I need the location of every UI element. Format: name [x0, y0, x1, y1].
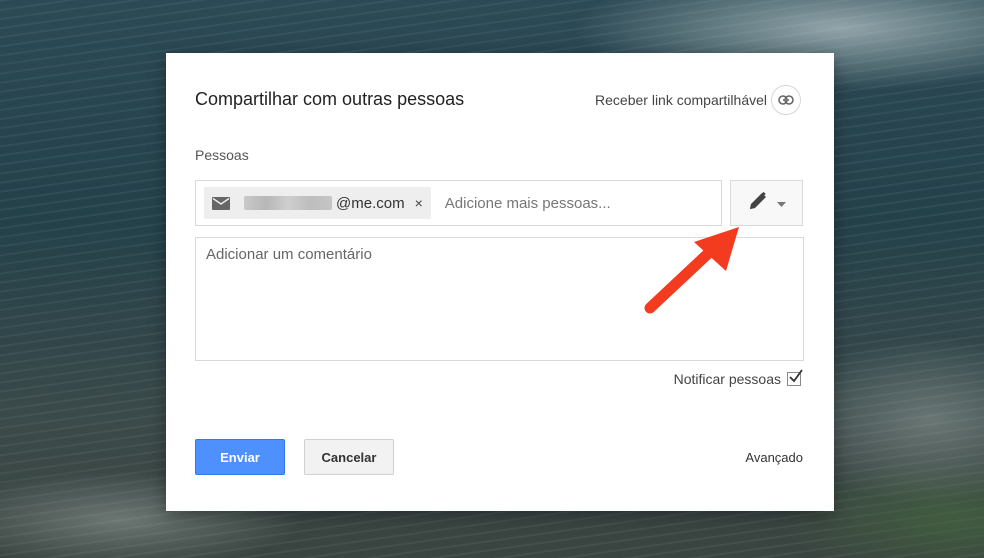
comment-field[interactable] [195, 237, 804, 361]
get-link-label: Receber link compartilhável [595, 92, 767, 108]
share-dialog: Compartilhar com outras pessoas Receber … [166, 53, 834, 511]
chip-email-domain: @me.com [336, 194, 405, 212]
cancel-button[interactable]: Cancelar [304, 439, 394, 475]
people-label: Pessoas [195, 147, 249, 163]
remove-chip-icon[interactable]: × [415, 195, 423, 211]
link-icon[interactable] [771, 85, 801, 115]
get-shareable-link[interactable]: Receber link compartilhável [595, 85, 801, 115]
dialog-title: Compartilhar com outras pessoas [195, 89, 465, 109]
add-people-input[interactable] [442, 193, 667, 213]
notify-people-label: Notificar pessoas [673, 371, 781, 387]
pencil-icon [747, 190, 769, 217]
permission-dropdown-button[interactable] [730, 180, 803, 226]
email-chip[interactable]: @me.com × [204, 187, 431, 219]
caret-down-icon [777, 194, 786, 212]
advanced-link[interactable]: Avançado [745, 450, 803, 465]
send-button[interactable]: Enviar [195, 439, 285, 475]
people-input[interactable]: @me.com × [195, 180, 722, 226]
mail-icon [212, 195, 232, 211]
redacted-email-name [244, 196, 332, 210]
notify-checkbox[interactable] [787, 369, 803, 386]
notify-people[interactable]: Notificar pessoas [673, 369, 803, 389]
